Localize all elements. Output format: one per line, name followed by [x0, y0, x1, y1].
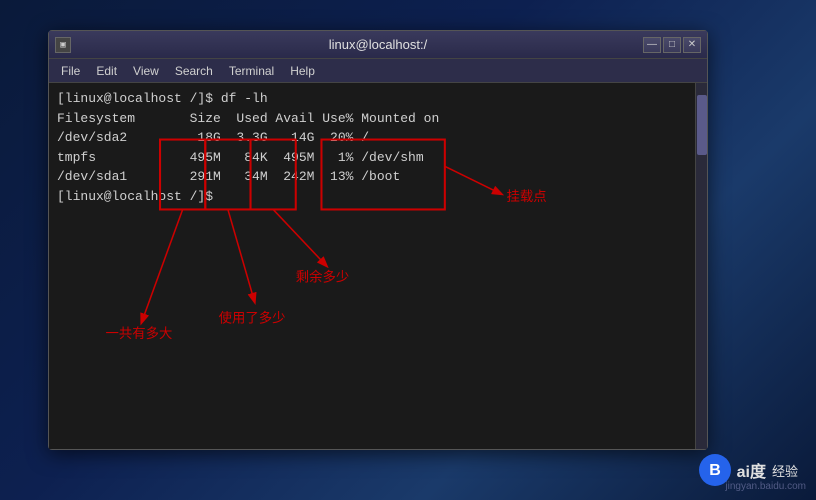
- baidu-branding: B ai度 经验: [697, 452, 798, 488]
- menu-view[interactable]: View: [125, 62, 167, 80]
- svg-text:B: B: [709, 462, 721, 479]
- terminal-line-0: [linux@localhost /]$ df -lh: [57, 89, 699, 109]
- window-title: linux@localhost:/: [329, 37, 427, 52]
- close-button[interactable]: ✕: [683, 37, 701, 53]
- menu-bar: File Edit View Search Terminal Help: [49, 59, 707, 83]
- window-controls: — □ ✕: [643, 37, 701, 53]
- menu-terminal[interactable]: Terminal: [221, 62, 282, 80]
- svg-text:一共有多大: 一共有多大: [106, 325, 173, 341]
- baidu-text: ai度: [737, 458, 766, 482]
- title-bar: ▣ linux@localhost:/ — □ ✕: [49, 31, 707, 59]
- scrollbar-thumb[interactable]: [697, 95, 707, 155]
- terminal-line-1: Filesystem Size Used Avail Use% Mounted …: [57, 109, 699, 129]
- menu-help[interactable]: Help: [282, 62, 323, 80]
- terminal-line-2: /dev/sda2 18G 3.3G 14G 20% /: [57, 128, 699, 148]
- window-icon: ▣: [55, 37, 71, 53]
- minimize-button[interactable]: —: [643, 37, 661, 53]
- svg-text:使用了多少: 使用了多少: [219, 310, 286, 326]
- terminal-window: ▣ linux@localhost:/ — □ ✕ File Edit View…: [48, 30, 708, 450]
- terminal-line-4: /dev/sda1 291M 34M 242M 13% /boot: [57, 167, 699, 187]
- svg-text:剩余多少: 剩余多少: [296, 268, 349, 284]
- menu-file[interactable]: File: [53, 62, 88, 80]
- terminal-line-5: [linux@localhost /]$: [57, 187, 699, 207]
- baidu-logo-icon: B: [697, 452, 733, 488]
- menu-edit[interactable]: Edit: [88, 62, 125, 80]
- menu-search[interactable]: Search: [167, 62, 221, 80]
- terminal-line-3: tmpfs 495M 84K 495M 1% /dev/shm: [57, 148, 699, 168]
- maximize-button[interactable]: □: [663, 37, 681, 53]
- terminal-body[interactable]: [linux@localhost /]$ df -lh Filesystem S…: [49, 83, 707, 449]
- jingyan-label: 经验: [772, 461, 798, 480]
- scrollbar[interactable]: [695, 83, 707, 449]
